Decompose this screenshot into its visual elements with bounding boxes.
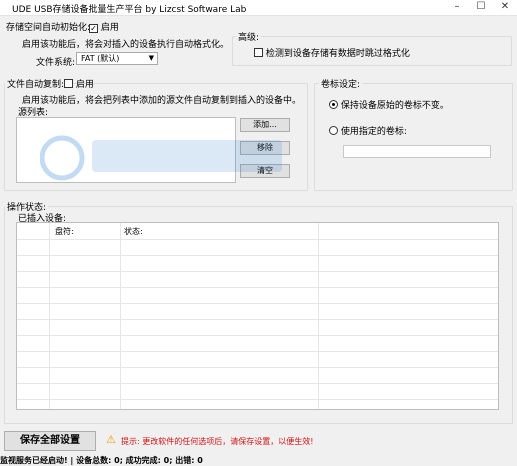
- devices-table[interactable]: 盘符: 状态:: [16, 222, 499, 410]
- keep-volume-radio[interactable]: [329, 100, 338, 109]
- advanced-title: 高级:: [236, 30, 262, 43]
- skip-format-option[interactable]: 检测到设备存储有数据时跳过格式化: [254, 46, 410, 59]
- filesystem-select[interactable]: FAT (默认) ▼: [76, 52, 158, 65]
- file-copy-label: 文件自动复制:: [5, 77, 67, 90]
- file-copy-enable-label: 启用: [75, 80, 94, 90]
- auto-format-description: 启用该功能后，将会对插入的设备执行自动格式化。: [22, 40, 230, 50]
- auto-format-enable-label: 启用: [100, 23, 119, 33]
- auto-format-checkbox[interactable]: ✓: [89, 24, 98, 33]
- save-tip: 提示: 更改软件的任何选项后，请保存设置，以便生效!: [121, 437, 314, 446]
- remove-button[interactable]: 移除: [240, 141, 290, 155]
- minimize-button[interactable]: –: [445, 0, 469, 14]
- column-header-drive: 盘符:: [55, 227, 74, 236]
- source-list[interactable]: [16, 117, 236, 183]
- keep-volume-option[interactable]: 保持设备原始的卷标不变。: [329, 98, 449, 111]
- keep-volume-label: 保持设备原始的卷标不变。: [340, 101, 449, 111]
- maximize-button[interactable]: ☐: [469, 0, 493, 14]
- file-copy-description: 启用该功能后，将会把列表中添加的源文件自动复制到插入的设备中。: [22, 96, 302, 106]
- status-bar: 监视服务已经启动! | 设备总数: 0; 成功完成: 0; 出错: 0: [0, 456, 203, 465]
- chevron-down-icon: ▼: [148, 54, 154, 62]
- file-copy-checkbox[interactable]: [64, 79, 73, 88]
- add-button[interactable]: 添加...: [240, 118, 290, 132]
- auto-format-label: 存储空间自动初始化:: [6, 23, 91, 33]
- auto-format-toggle[interactable]: ✓ 启用: [89, 20, 119, 33]
- filesystem-label: 文件系统:: [36, 58, 76, 68]
- custom-volume-option[interactable]: 使用指定的卷标:: [329, 124, 407, 137]
- custom-volume-radio[interactable]: [329, 126, 338, 135]
- custom-volume-label: 使用指定的卷标:: [340, 127, 407, 137]
- filesystem-value: FAT (默认): [81, 54, 120, 63]
- file-copy-toggle[interactable]: 启用: [64, 77, 94, 90]
- window-title: UDE USB存储设备批量生产平台 by Lizcst Software Lab: [12, 5, 247, 15]
- save-all-settings-button[interactable]: 保存全部设置: [4, 431, 96, 451]
- custom-volume-input[interactable]: [343, 145, 491, 158]
- title-bar: UDE USB存储设备批量生产平台 by Lizcst Software Lab…: [0, 0, 517, 16]
- close-button[interactable]: ✕: [493, 0, 517, 14]
- volume-title: 卷标设定:: [319, 77, 363, 90]
- skip-format-checkbox[interactable]: [254, 48, 263, 57]
- warning-icon: ⚠: [106, 433, 116, 446]
- column-header-status: 状态:: [124, 227, 143, 236]
- skip-format-label: 检测到设备存储有数据时跳过格式化: [265, 49, 410, 59]
- clear-button[interactable]: 清空: [240, 164, 290, 178]
